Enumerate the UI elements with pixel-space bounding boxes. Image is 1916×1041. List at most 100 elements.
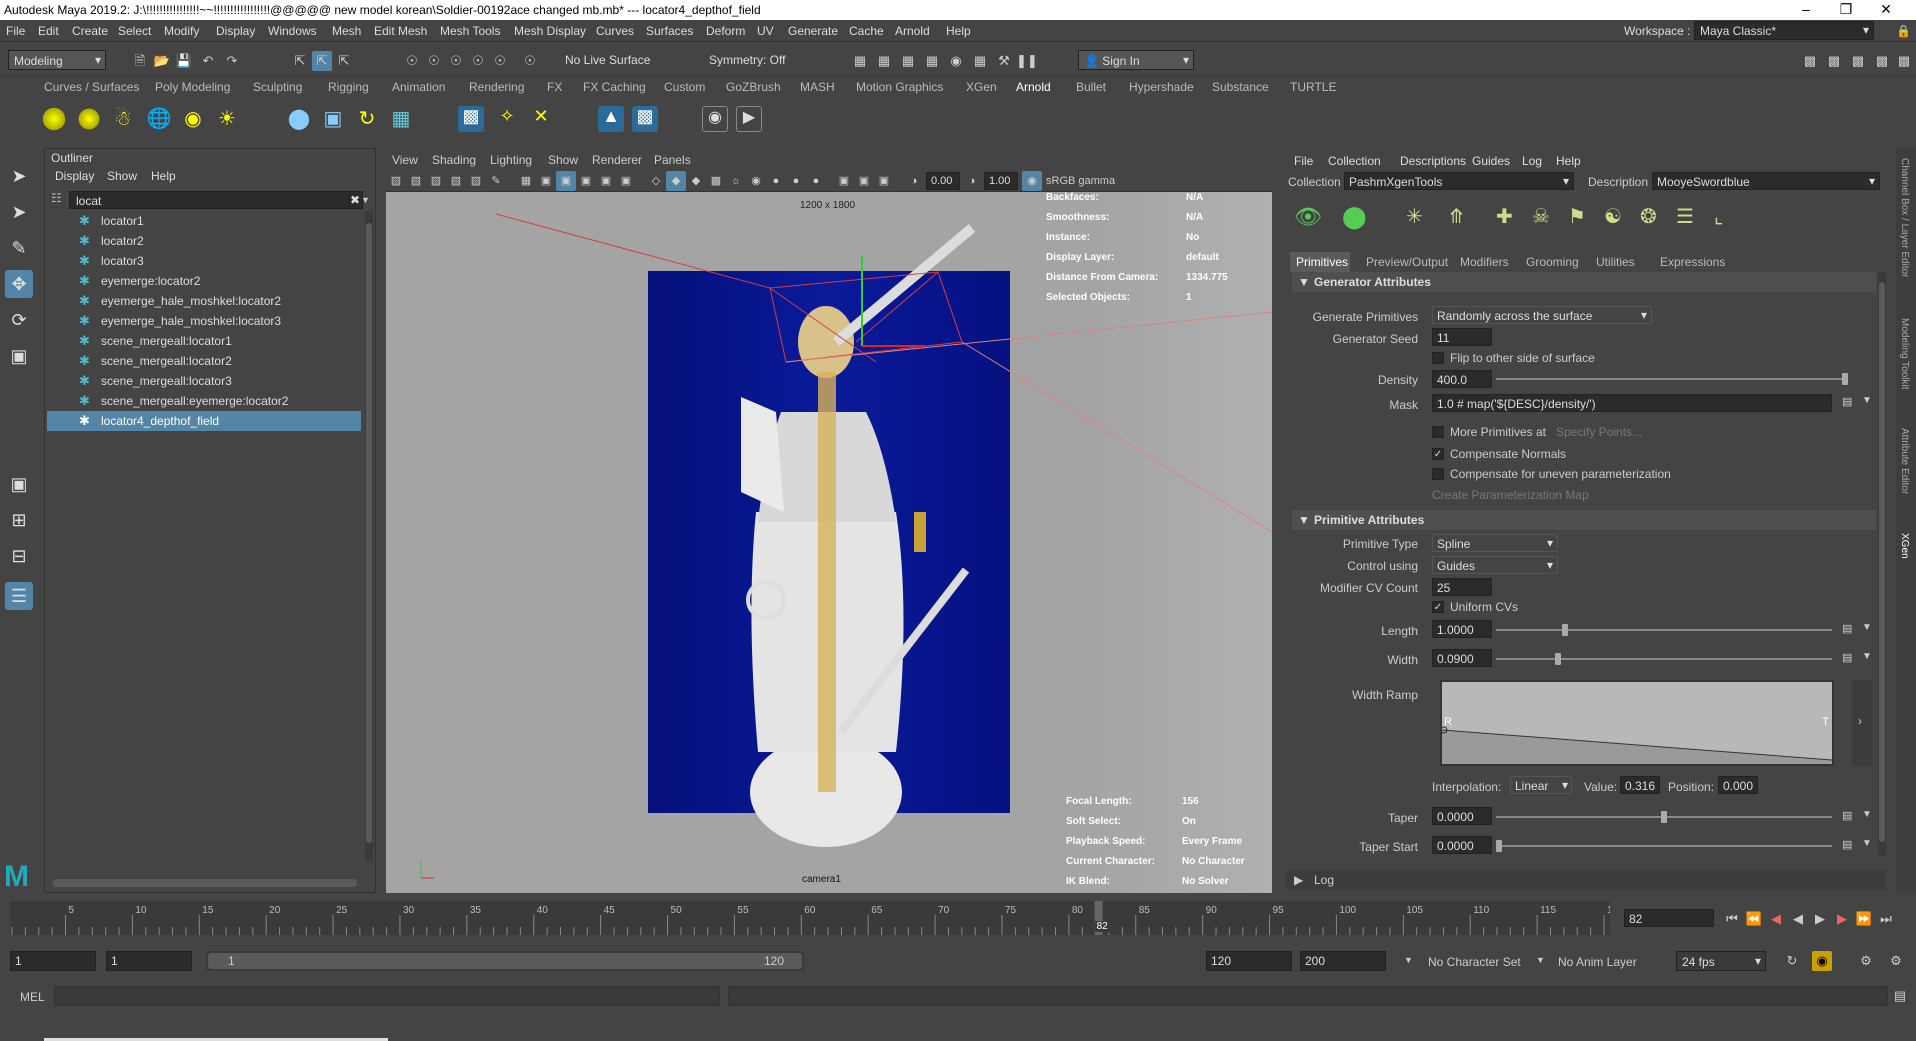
shelf-tab-xgen[interactable]: XGen — [966, 80, 997, 94]
xgen-menu-descriptions[interactable]: Descriptions — [1400, 154, 1466, 168]
menu-file[interactable]: File — [6, 24, 25, 38]
scroll-thumb[interactable] — [366, 223, 372, 843]
exposure-icon[interactable]: ◑ — [904, 171, 924, 191]
more-primitives-checkbox[interactable] — [1432, 426, 1444, 438]
vp-menu-view[interactable]: View — [392, 153, 418, 167]
menu-display[interactable]: Display — [216, 24, 255, 38]
attribute-editor-icon[interactable]: ▩ — [1848, 51, 1868, 71]
textured-icon[interactable]: ▩ — [706, 171, 726, 191]
texture-icon[interactable]: ▩ — [458, 106, 484, 132]
playback-prefs-icon[interactable]: ⚙ — [1886, 951, 1906, 971]
clear-search-icon[interactable]: ✖ — [350, 193, 360, 207]
camera-attributes-icon[interactable]: ▧ — [406, 171, 426, 191]
tab-modifiers[interactable]: Modifiers — [1454, 252, 1515, 272]
menu-mesh-tools[interactable]: Mesh Tools — [440, 24, 500, 38]
menu-help[interactable]: Help — [946, 24, 971, 38]
create-parameterization-button[interactable]: Create Parameterization Map — [1432, 488, 1589, 502]
shelf-tab-sculpting[interactable]: Sculpting — [253, 80, 302, 94]
new-scene-icon[interactable]: 🗎 — [130, 51, 150, 71]
menu-edit-mesh[interactable]: Edit Mesh — [374, 24, 427, 38]
select-component-icon[interactable]: ⇱ — [334, 51, 354, 71]
volume-icon[interactable]: ▣ — [320, 106, 346, 132]
xray-icon[interactable]: ▣ — [854, 171, 874, 191]
shelf-tab-mash[interactable]: MASH — [800, 80, 835, 94]
animation-end-field[interactable]: 200 — [1300, 951, 1386, 971]
add-guide-icon[interactable]: ✳ — [1406, 204, 1423, 229]
shelf-tab-poly-modeling[interactable]: Poly Modeling — [155, 80, 230, 94]
wireframe-icon[interactable]: ◇ — [646, 171, 666, 191]
menu-mesh[interactable]: Mesh — [332, 24, 361, 38]
outliner-item[interactable]: ✱ scene_mergeall:locator2 — [47, 351, 361, 371]
range-slider[interactable]: 1 120 — [206, 951, 804, 971]
menu-edit[interactable]: Edit — [38, 24, 59, 38]
point-light-icon[interactable] — [41, 106, 67, 132]
control-using-dropdown[interactable]: Guides ▾ — [1432, 556, 1558, 574]
camera-select-icon[interactable]: ▧ — [386, 171, 406, 191]
xray-joints-icon[interactable]: ▣ — [874, 171, 894, 191]
shelf-tab-arnold[interactable]: Arnold — [1016, 80, 1051, 94]
select-hierarchy-icon[interactable]: ⇱ — [290, 51, 310, 71]
scale-tool-icon[interactable]: ▣ — [5, 342, 33, 370]
menu-deform[interactable]: Deform — [706, 24, 745, 38]
redo-icon[interactable]: ↷ — [222, 51, 242, 71]
menu-uv[interactable]: UV — [757, 24, 774, 38]
step-forward-key-icon[interactable]: ⏩ — [1854, 909, 1874, 929]
snap-view-icon[interactable]: ☉ — [468, 51, 488, 71]
taper-start-slider-track[interactable] — [1496, 845, 1832, 847]
shelf-tab-animation[interactable]: Animation — [392, 80, 445, 94]
playback-start-field[interactable]: 1 — [106, 951, 192, 971]
snap-curve-icon[interactable]: ☉ — [424, 51, 444, 71]
length-slider-knob[interactable] — [1562, 624, 1568, 636]
anti-aliasing-icon[interactable]: ● — [806, 171, 826, 191]
minimize-button[interactable]: – — [1786, 0, 1826, 20]
outliner-menu-show[interactable]: Show — [107, 169, 137, 183]
guide-select-icon[interactable]: ⤊ — [1448, 204, 1465, 229]
range-slider-handle[interactable]: 1 120 — [208, 953, 802, 969]
animation-start-field[interactable]: 1 — [10, 951, 96, 971]
chevron-down-icon[interactable]: ▼ — [361, 195, 370, 205]
render-sequence-icon[interactable]: ▦ — [874, 51, 894, 71]
taper-start-field[interactable]: 0.0000 — [1432, 836, 1492, 854]
symmetry-dropdown[interactable]: Symmetry: Off — [704, 50, 800, 70]
mode-dropdown[interactable]: Modeling ▾ — [8, 50, 106, 70]
modeling-toolkit-icon[interactable]: ▩ — [1800, 51, 1820, 71]
tx-manager-icon[interactable]: ✧ — [494, 106, 520, 132]
scroll-thumb[interactable] — [1879, 282, 1885, 842]
gamma-icon[interactable]: ◑ — [962, 171, 982, 191]
shelf-tab-rendering[interactable]: Rendering — [469, 80, 524, 94]
snap-point-icon[interactable]: ☉ — [446, 51, 466, 71]
two-layout-icon[interactable]: ⊟ — [5, 542, 33, 570]
expression-editor-icon[interactable]: ▤ — [1842, 395, 1852, 408]
ramp-position-field[interactable]: 0.000 — [1718, 776, 1758, 794]
save-scene-icon[interactable]: 💾 — [174, 51, 194, 71]
safe-action-icon[interactable]: ▣ — [616, 171, 636, 191]
chevron-down-icon[interactable]: ▼ — [1862, 809, 1872, 820]
flip-guides-icon[interactable]: ☰ — [1676, 204, 1694, 229]
xgen-menu-log[interactable]: Log — [1522, 154, 1542, 168]
single-layout-icon[interactable]: ▣ — [5, 470, 33, 498]
tools-icon[interactable]: ⚒ — [994, 51, 1014, 71]
outliner-menu-display[interactable]: Display — [55, 169, 94, 183]
ambient-occlusion-icon[interactable]: ● — [766, 171, 786, 191]
taper-slider-knob[interactable] — [1661, 811, 1667, 823]
modifier-cv-count-field[interactable]: 25 — [1432, 578, 1492, 596]
step-forward-frame-icon[interactable]: ▶ — [1832, 909, 1852, 929]
pause-icon[interactable]: ❚❚ — [1016, 51, 1038, 71]
tab-grooming[interactable]: Grooming — [1520, 252, 1585, 272]
area-light-icon[interactable]: ☃ — [110, 106, 136, 132]
snap-vertex-icon[interactable]: ☉ — [520, 51, 540, 71]
menu-generate[interactable]: Generate — [788, 24, 838, 38]
interpolation-dropdown[interactable]: Linear ▾ — [1510, 776, 1572, 794]
go-to-end-icon[interactable]: ⏭ — [1876, 909, 1896, 929]
render-view-shelf-icon[interactable]: ◉ — [702, 106, 728, 132]
grease-pencil-icon[interactable]: ✎ — [486, 171, 506, 191]
log-section[interactable]: ▶ Log — [1286, 870, 1886, 890]
standin-icon[interactable]: ⬤ — [286, 106, 312, 132]
lock-icon[interactable]: 🔒 — [1896, 24, 1911, 38]
shelf-tab-bullet[interactable]: Bullet — [1076, 80, 1106, 94]
guide-cv-icon[interactable]: ☯ — [1604, 204, 1622, 229]
expression-editor-icon[interactable]: ▤ — [1842, 651, 1852, 664]
vp-menu-renderer[interactable]: Renderer — [592, 153, 642, 167]
light-manager-icon[interactable]: ▩ — [632, 106, 658, 132]
image-plane-icon[interactable]: ▧ — [446, 171, 466, 191]
